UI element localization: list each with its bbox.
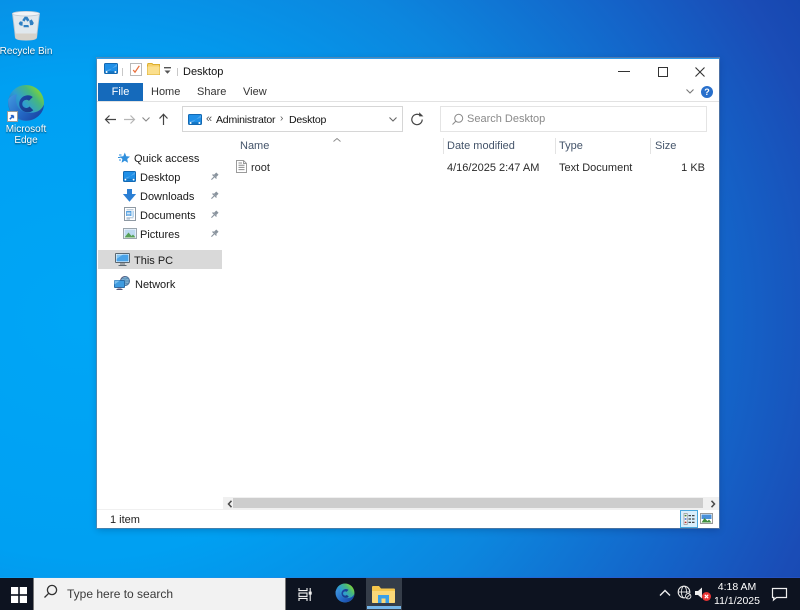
svg-text:?: ?: [704, 87, 710, 97]
